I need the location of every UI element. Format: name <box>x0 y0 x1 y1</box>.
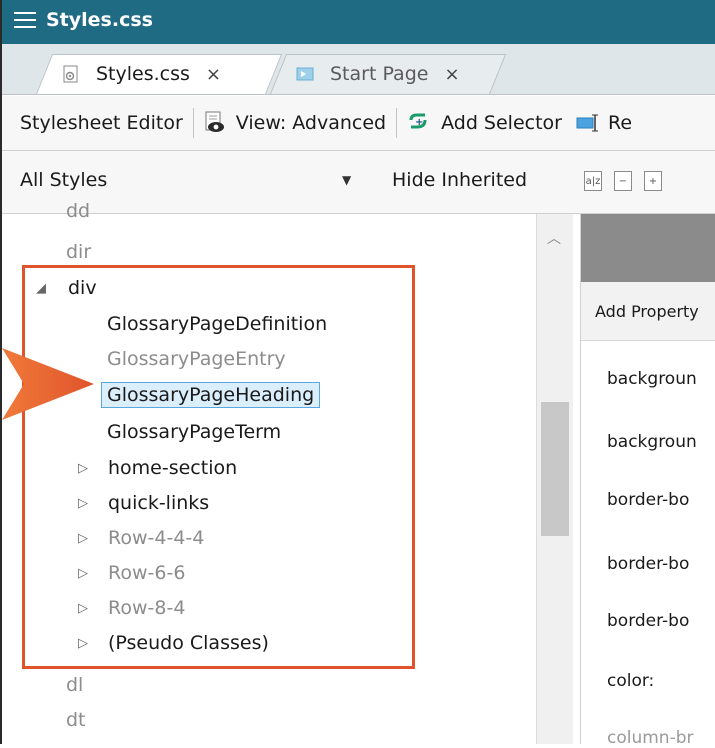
hide-inherited-label: Hide Inherited <box>392 169 528 191</box>
title-bar: Styles.css <box>2 0 715 44</box>
view-icon <box>205 111 224 132</box>
tree-item[interactable]: dt <box>66 709 86 731</box>
window-title: Styles.css <box>46 9 153 31</box>
add-property-label: Add Property <box>595 302 699 321</box>
collapse-all-icon[interactable]: − <box>614 171 632 191</box>
styles-dropdown-value: All Styles <box>20 169 108 191</box>
tree-item-cut[interactable]: dd <box>66 200 90 222</box>
editor-toolbar: Stylesheet Editor View: Advanced + Add S… <box>2 96 715 151</box>
svg-text:+: + <box>415 117 423 128</box>
filter-bar: All Styles ▼ Hide Inherited a|z − + <box>2 151 715 214</box>
scrollbar-thumb[interactable] <box>541 402 569 536</box>
highlight-box <box>22 265 415 669</box>
property-row[interactable]: column-br <box>607 728 694 748</box>
rename-label-truncated: Re <box>607 112 633 134</box>
css-file-icon <box>63 65 78 83</box>
tab-strip: Styles.css × Start Page × <box>2 44 715 95</box>
property-row[interactable]: border-bo <box>607 554 689 574</box>
tab-styles-css[interactable]: Styles.css × <box>36 54 283 94</box>
rename-icon <box>576 114 598 132</box>
toolbar-separator <box>192 108 194 138</box>
close-tab-icon[interactable]: × <box>206 64 221 85</box>
tab-label: Start Page <box>330 63 429 85</box>
tree-scrollbar[interactable]: ︿ <box>536 214 573 744</box>
view-advanced-label: View: Advanced <box>235 112 387 134</box>
add-property-button[interactable]: Add Property <box>581 282 715 341</box>
callout-arrow-icon <box>2 348 94 420</box>
add-selector-button[interactable]: + Add Selector <box>407 112 562 134</box>
sort-az-icon[interactable]: a|z <box>584 171 602 191</box>
chevron-down-icon[interactable]: ▼ <box>342 173 351 187</box>
close-tab-icon[interactable]: × <box>444 64 459 85</box>
expand-all-icon[interactable]: + <box>644 171 662 191</box>
property-row[interactable]: backgroun <box>607 369 697 389</box>
tab-start-page[interactable]: Start Page × <box>270 54 507 94</box>
add-selector-icon: + <box>409 113 427 129</box>
property-row[interactable]: backgroun <box>607 432 697 452</box>
property-row[interactable]: border-bo <box>607 611 689 631</box>
add-selector-label: Add Selector <box>441 112 562 134</box>
toolbar-separator <box>396 108 398 138</box>
tree-tool-icons: a|z − + <box>584 171 662 191</box>
start-page-icon <box>296 67 314 81</box>
tree-item[interactable]: dl <box>66 674 83 696</box>
property-row[interactable]: color: <box>607 671 654 691</box>
properties-header <box>581 214 715 282</box>
app-window: Styles.css Styles.css × Start Page × Sty… <box>0 0 715 748</box>
tree-item[interactable]: dir <box>66 241 91 263</box>
styles-dropdown[interactable]: All Styles <box>20 169 360 191</box>
menu-icon[interactable] <box>14 12 36 28</box>
stylesheet-editor-label: Stylesheet Editor <box>20 112 183 134</box>
view-advanced-button[interactable]: View: Advanced <box>204 111 386 135</box>
tab-label: Styles.css <box>96 63 190 85</box>
properties-pane: Add Property backgroun backgroun border-… <box>580 214 715 748</box>
rename-button[interactable]: Re <box>576 112 632 134</box>
stylesheet-editor-text: Stylesheet Editor <box>20 112 183 134</box>
property-row[interactable]: border-bo <box>607 490 689 510</box>
hide-inherited-button[interactable]: Hide Inherited <box>392 169 527 191</box>
scroll-up-icon[interactable]: ︿ <box>547 228 561 248</box>
